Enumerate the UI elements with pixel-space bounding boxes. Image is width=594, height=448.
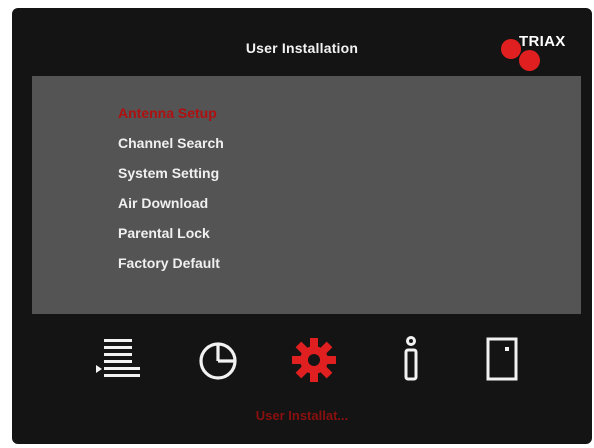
menu-item-antenna-setup[interactable]: Antenna Setup [118, 103, 224, 133]
menu-list: Antenna Setup Channel Search System Sett… [118, 103, 224, 283]
tv-menu-screen: User Installation TRIAX Antenna Setup Ch… [12, 8, 592, 444]
main-menu-icons [12, 333, 592, 383]
gear-icon[interactable] [285, 333, 343, 383]
selected-section-label: User Installat... [255, 408, 349, 423]
menu-item-factory-default[interactable]: Factory Default [118, 253, 224, 283]
menu-panel: Antenna Setup Channel Search System Sett… [32, 76, 581, 314]
door-icon[interactable] [481, 333, 523, 383]
pie-chart-icon[interactable] [192, 333, 244, 383]
logo-dot [501, 39, 521, 59]
menu-item-air-download[interactable]: Air Download [118, 193, 224, 223]
info-icon[interactable] [396, 333, 426, 383]
logo-brand-text: TRIAX [519, 33, 566, 50]
menu-item-system-setting[interactable]: System Setting [118, 163, 224, 193]
list-icon[interactable] [94, 333, 158, 383]
menu-item-channel-search[interactable]: Channel Search [118, 133, 224, 163]
triax-logo: TRIAX [497, 30, 577, 74]
menu-item-parental-lock[interactable]: Parental Lock [118, 223, 224, 253]
logo-dot [519, 50, 540, 71]
